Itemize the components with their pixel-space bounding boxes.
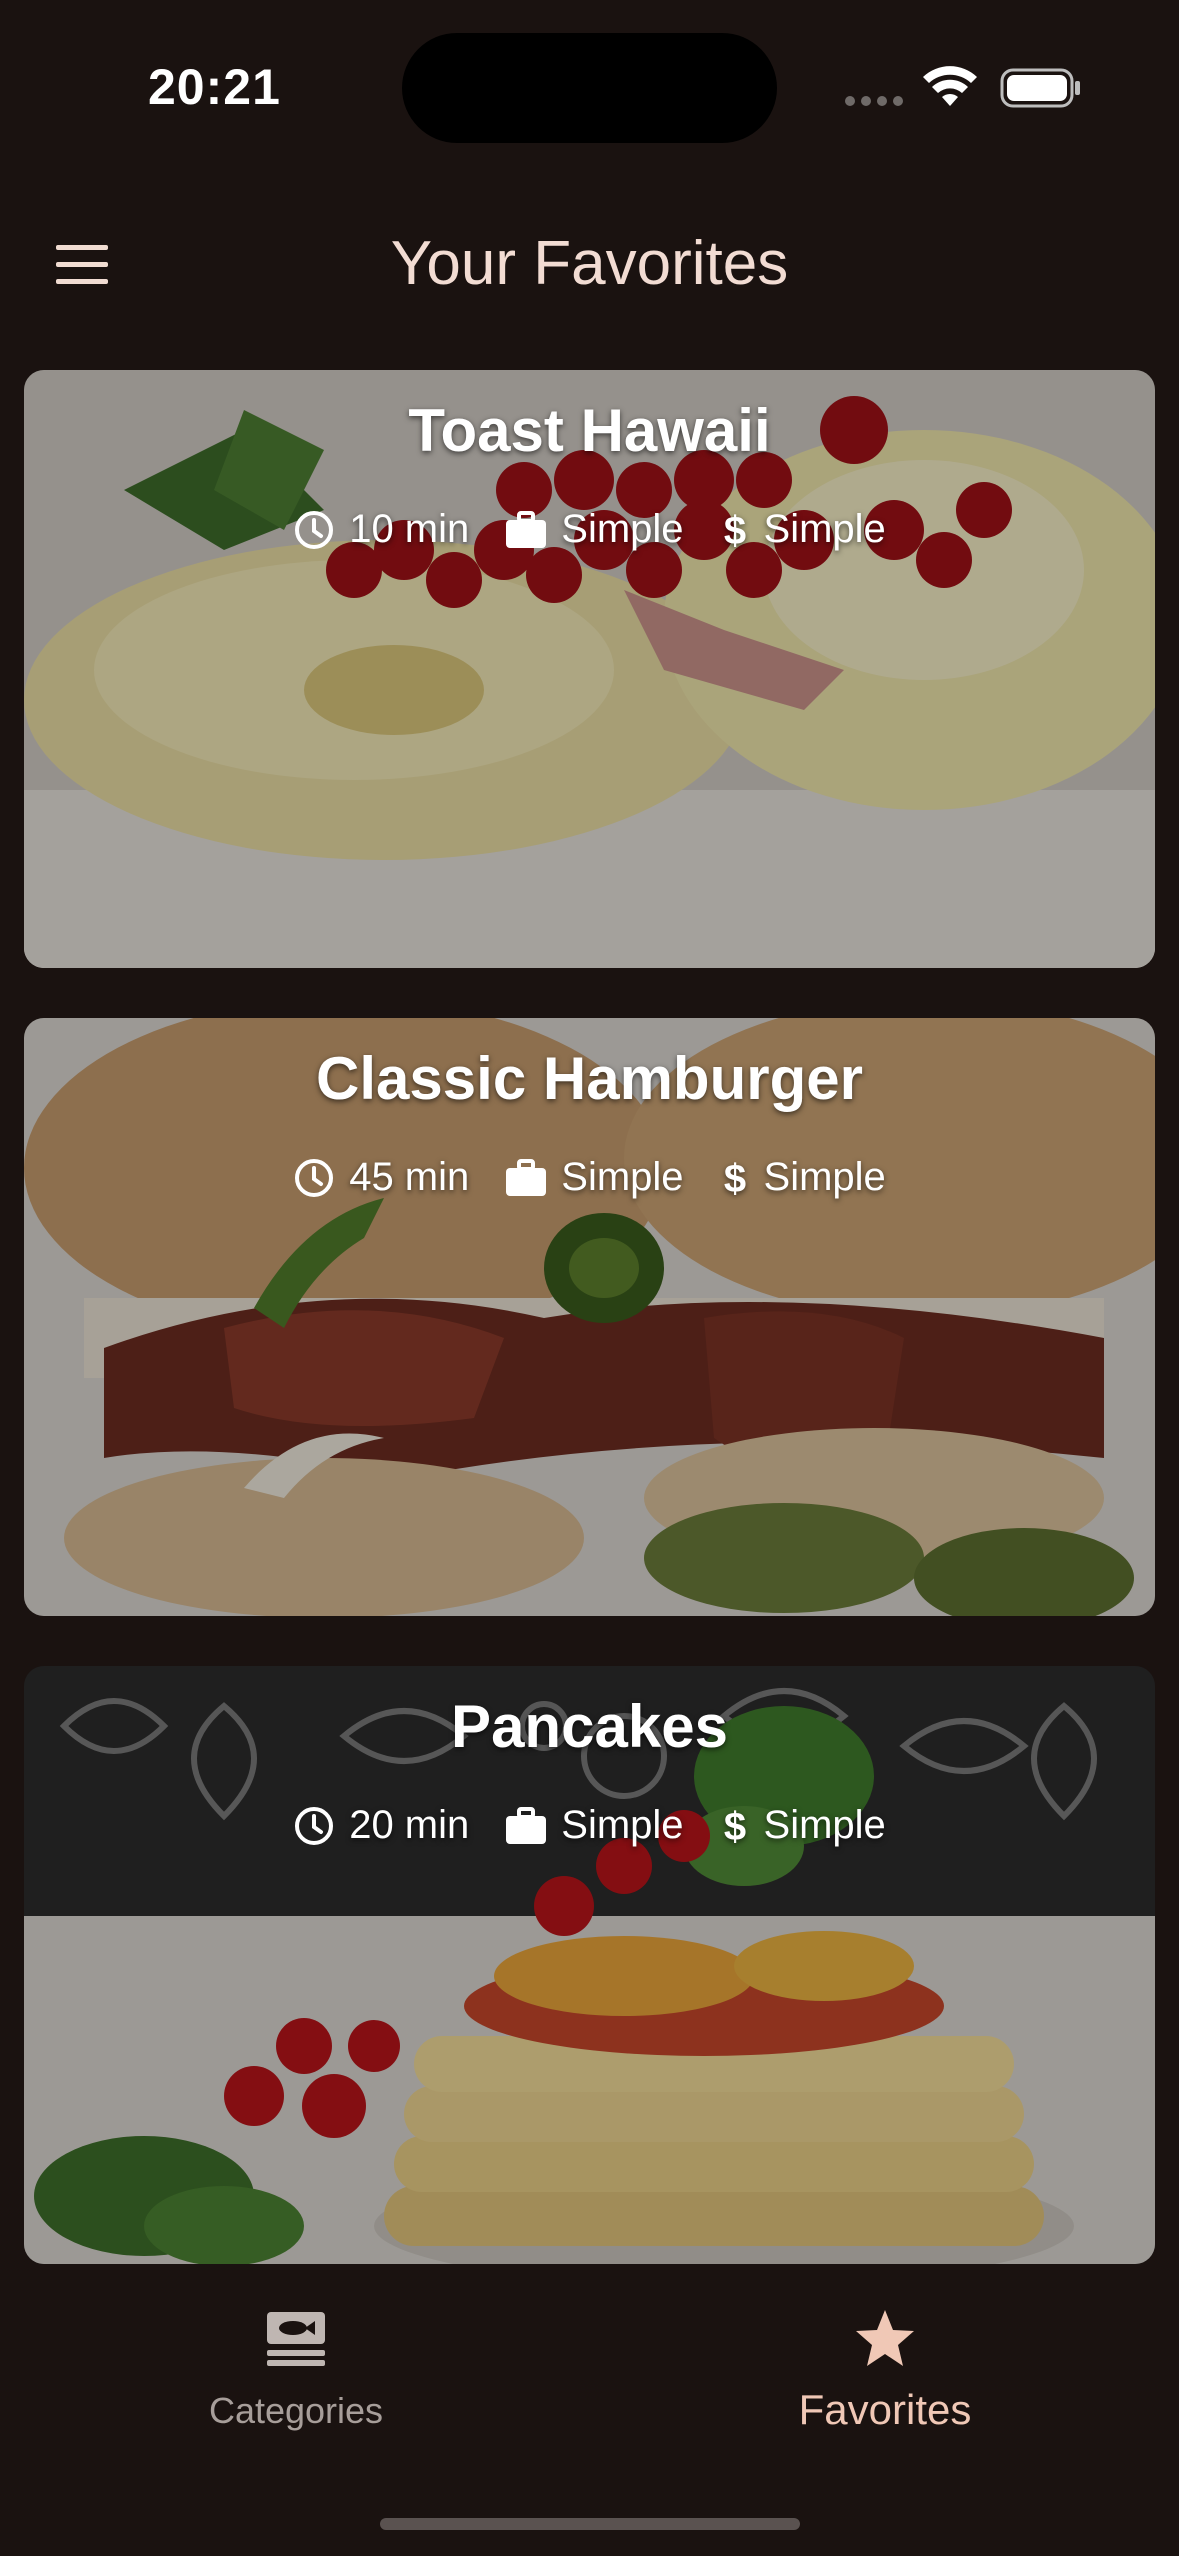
complexity-label: Simple: [561, 1803, 684, 1847]
complexity-label: Simple: [561, 1155, 684, 1199]
affordability-info: $ Simple: [720, 507, 886, 552]
meal-title: Toast Hawaii: [408, 397, 771, 464]
affordability-label: Simple: [763, 1803, 886, 1847]
cellular-signal-icon: [845, 96, 903, 106]
briefcase-icon: [506, 1806, 547, 1844]
meal-card[interactable]: Classic Hamburger 45 min Simple $ Simple: [24, 1018, 1155, 1616]
duration-info: 20 min: [293, 1803, 469, 1848]
nav-item-categories[interactable]: Categories: [196, 2310, 396, 2432]
affordability-info: $ Simple: [720, 1803, 886, 1848]
svg-text:$: $: [723, 1157, 745, 1200]
status-time: 20:21: [148, 59, 281, 115]
dollar-icon: $: [723, 1157, 745, 1200]
meal-title: Pancakes: [451, 1693, 728, 1760]
affordability-label: Simple: [763, 1155, 886, 1199]
meal-meta: 10 min Simple $ Simple: [24, 507, 1155, 552]
wifi-icon: [923, 66, 977, 106]
meal-meta: 45 min Simple $ Simple: [24, 1155, 1155, 1200]
duration-label: 10 min: [349, 507, 470, 551]
set-meal-icon: [267, 2312, 325, 2366]
clock-icon: [295, 1806, 334, 1845]
duration-label: 20 min: [349, 1803, 470, 1847]
duration-label: 45 min: [349, 1155, 470, 1199]
nav-label-favorites: Favorites: [798, 2386, 972, 2433]
duration-info: 45 min: [293, 1155, 469, 1200]
affordability-label: Simple: [763, 507, 886, 551]
clock-icon: [295, 510, 334, 549]
battery-icon: [1000, 68, 1080, 108]
dynamic-island: [402, 33, 777, 143]
svg-text:$: $: [723, 1805, 745, 1848]
dollar-icon: $: [723, 509, 745, 552]
complexity-info: Simple: [505, 507, 684, 552]
meal-card[interactable]: Toast Hawaii 10 min Simple $ Simple: [24, 370, 1155, 968]
dollar-icon: $: [723, 1805, 745, 1848]
complexity-info: Simple: [505, 1155, 684, 1200]
clock-icon: [295, 1158, 334, 1197]
meal-meta: 20 min Simple $ Simple: [24, 1803, 1155, 1848]
app-bar: Your Favorites: [0, 200, 1179, 330]
status-bar: 20:21: [0, 0, 1179, 175]
home-indicator: [380, 2518, 800, 2530]
briefcase-icon: [506, 1158, 547, 1196]
meal-card[interactable]: Pancakes 20 min Simple $ Simple: [24, 1666, 1155, 2264]
briefcase-icon: [506, 510, 547, 548]
bottom-navigation: Categories Favorites: [0, 2270, 1179, 2556]
affordability-info: $ Simple: [720, 1155, 886, 1200]
svg-text:$: $: [723, 509, 745, 552]
star-icon: [856, 2310, 914, 2366]
page-title: Your Favorites: [390, 229, 789, 298]
complexity-label: Simple: [561, 507, 684, 551]
nav-label-categories: Categories: [208, 2390, 384, 2431]
duration-info: 10 min: [293, 507, 469, 552]
nav-item-favorites[interactable]: Favorites: [780, 2308, 990, 2434]
meal-title: Classic Hamburger: [316, 1045, 863, 1112]
complexity-info: Simple: [505, 1803, 684, 1848]
